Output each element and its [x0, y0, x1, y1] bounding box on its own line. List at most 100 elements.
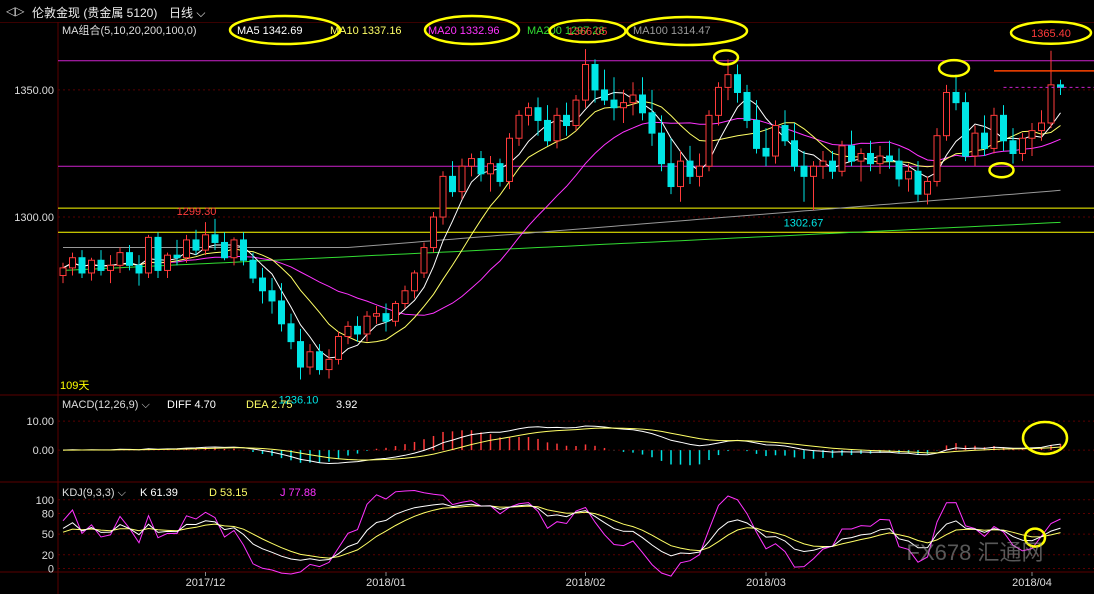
candle-body [563, 114, 570, 127]
macd-tick-label: 10.00 [26, 416, 54, 428]
candle-body [354, 325, 361, 335]
candle-body [382, 313, 390, 322]
kdj-legend-d: D 53.15 [209, 487, 248, 499]
candle-body [724, 74, 732, 88]
candle-body [116, 252, 124, 266]
candle-body [677, 160, 684, 188]
candle-body [572, 99, 580, 127]
kdj-tick-label: 0 [48, 564, 54, 576]
candle-body [88, 259, 95, 274]
candle-body [781, 125, 789, 142]
candle-body [639, 94, 646, 114]
candle-body [696, 165, 703, 177]
candle-body [363, 315, 371, 335]
candle-body [914, 170, 922, 195]
candle-body [962, 102, 969, 157]
candle-body [715, 86, 722, 116]
candle-body [173, 254, 181, 259]
days-count-label: 109天 [60, 380, 89, 392]
candle-body [971, 132, 979, 157]
candle-body [886, 155, 893, 162]
highlight-recent-low [988, 161, 1015, 179]
chart-canvas[interactable]: MA组合(5,10,20,200,100,0) MA5 1342.69 MA10 1… [0, 0, 1094, 594]
candle-body [458, 165, 466, 193]
candle-body [933, 135, 941, 182]
highlight-macd [1021, 420, 1069, 456]
candle-body [762, 147, 770, 157]
candle-body [582, 64, 589, 101]
kdj-tick-label: 20 [42, 550, 54, 562]
candle-body [496, 163, 504, 182]
watermark-text: FX678 汇通网 [907, 540, 1044, 565]
macd-legend-dea: DEA 2.75 [246, 399, 292, 411]
candle-body [1019, 137, 1026, 154]
candle-body [629, 94, 637, 104]
ma-legend-ma5: MA5 1342.69 [237, 25, 302, 37]
candle-body [221, 241, 228, 259]
candle-body [211, 234, 219, 243]
candle-body [924, 180, 931, 195]
high-annotation: 1366.05 [568, 26, 608, 38]
candle-body [373, 313, 380, 317]
date-tick-label: 2017/12 [186, 577, 226, 589]
candle-body [335, 336, 342, 360]
candle-body [135, 264, 143, 274]
candle-body [876, 155, 884, 165]
candle-body [838, 145, 846, 172]
ma-legend-ma100: MA100 1314.47 [633, 25, 711, 37]
highlight-second-high [712, 49, 740, 66]
candle-body [610, 99, 618, 109]
candle-body [829, 160, 836, 172]
candle-body [97, 259, 105, 271]
candle-body [753, 119, 760, 149]
candle-body [477, 158, 485, 175]
candle-body [487, 163, 494, 175]
local-high-annotation: 1299.30 [177, 206, 217, 218]
candle-body [620, 102, 627, 109]
candle-body [1009, 140, 1017, 154]
candle-body [952, 91, 960, 104]
candle-body [240, 239, 247, 261]
candle-body [905, 170, 912, 180]
candle-body [1038, 122, 1045, 132]
highlight-third-high [937, 58, 971, 78]
macd-legend-hist: 3.92 [336, 399, 357, 411]
candle-body [449, 175, 456, 193]
candle-body [439, 175, 447, 218]
candle-body [981, 132, 988, 149]
kdj-tick-label: 50 [42, 529, 54, 541]
candle-body [705, 114, 713, 167]
candle-body [1047, 84, 1055, 124]
kdj-legend-j: J 77.88 [280, 487, 316, 499]
candle-body [1000, 114, 1007, 142]
date-tick-label: 2018/04 [1012, 577, 1052, 589]
kdj-tick-label: 80 [42, 509, 54, 521]
candle-body [69, 257, 76, 269]
candle-body [164, 254, 171, 271]
candle-body [259, 277, 266, 292]
candle-body [848, 145, 855, 162]
candle-body [553, 114, 561, 142]
date-tick-label: 2018/01 [366, 577, 406, 589]
kdj-panel-title: KDJ(9,3,3) ⌵ [62, 487, 127, 499]
candle-body [867, 152, 874, 165]
candle-body [344, 325, 352, 338]
candle-body [943, 91, 950, 137]
candle-body [791, 140, 798, 167]
price-tick-label: 1350.00 [14, 85, 54, 97]
candle-body [515, 114, 523, 139]
candle-body [658, 132, 665, 165]
ma200-line [62, 221, 1061, 271]
candle-body [297, 341, 304, 368]
candle-body [154, 236, 162, 271]
kdj-tick-label: 100 [36, 495, 54, 507]
candle-body [667, 163, 675, 188]
candle-body [525, 107, 532, 116]
candle-body [183, 239, 190, 259]
kdj-legend-k: K 61.39 [140, 487, 178, 499]
candle-body [192, 239, 200, 251]
candle-body [316, 351, 323, 371]
candle-body [506, 137, 513, 182]
candle-body [857, 152, 865, 162]
ma10-line [62, 100, 1061, 344]
